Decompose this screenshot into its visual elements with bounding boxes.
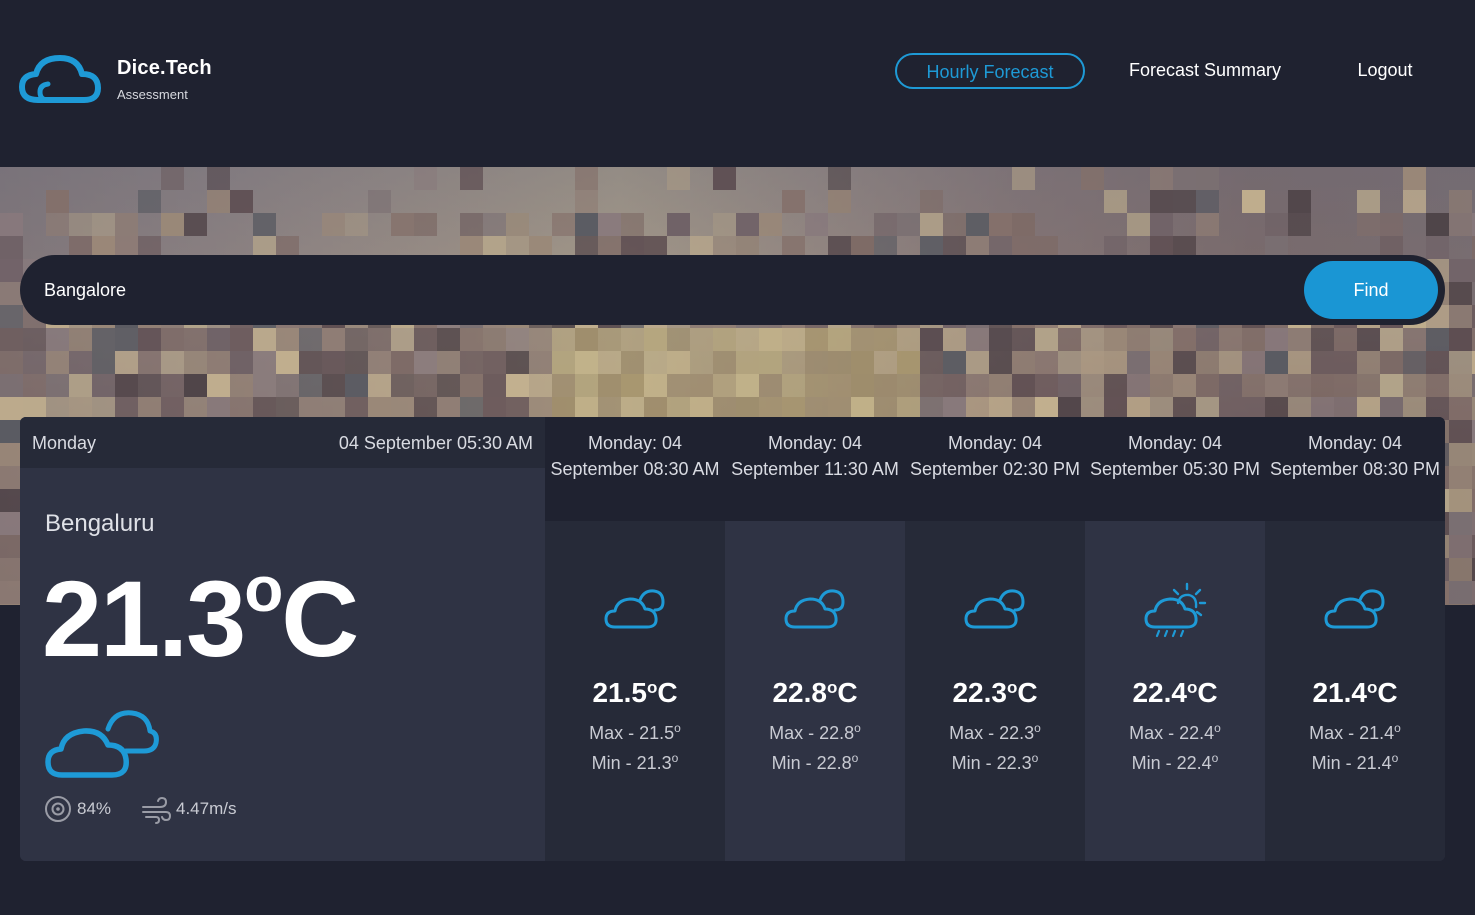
hourly-body: 21.5oC Max - 21.5o Min - 21.3o [545,521,725,861]
hourly-time-label: Monday: 04 September 11:30 AM [725,417,905,521]
hourly-min-temp: Min - 22.8o [725,751,905,774]
cloudy-icon [604,589,665,629]
current-temp-value: 21.3 [42,558,246,679]
hourly-time-label: Monday: 04 September 08:30 PM [1265,417,1445,521]
hourly-temp-value: 21.4 [1312,677,1367,708]
celsius-unit: C [281,558,359,679]
degree-symbol: o [646,678,658,697]
min-temp-text: Min - 22.8 [771,753,852,773]
hourly-forecast-card: Monday: 04 September 08:30 AM 21.5oC Max -… [545,417,725,861]
min-temp-text: Min - 21.3 [591,753,672,773]
celsius-unit: C [1197,677,1218,708]
city-search-input[interactable] [44,273,1044,307]
degree-symbol: o [1366,678,1378,697]
degree-symbol: o [851,751,859,765]
celsius-unit: C [657,677,678,708]
current-temperature: 21.3oC [42,557,359,673]
wind-speed-value: 4.47m/s [176,799,237,818]
hourly-temp-value: 22.8 [772,677,827,708]
max-temp-text: Max - 22.3 [949,723,1035,743]
hourly-forecast-card: Monday: 04 September 08:30 PM 21.4oC Max -… [1265,417,1445,861]
hourly-forecast-card: Monday: 04 September 02:30 PM 22.3oC Max -… [905,417,1085,861]
hourly-min-temp: Min - 22.3o [905,751,1085,774]
hourly-time-label: Monday: 04 September 05:30 PM [1085,417,1265,521]
hourly-body: 22.3oC Max - 22.3o Min - 22.3o [905,521,1085,861]
hourly-max-temp: Max - 22.8o [725,721,905,744]
celsius-unit: C [1377,677,1398,708]
hourly-min-temp: Min - 21.3o [545,751,725,774]
sun-rain-icon [1144,582,1207,638]
city-name: Bengaluru [45,510,155,537]
app-header: Dice.Tech Assessment Hourly Forecast For… [0,0,1475,167]
celsius-unit: C [837,677,858,708]
max-temp-text: Max - 22.4 [1129,723,1215,743]
hourly-temperature: 22.3oC [905,677,1085,709]
cloudy-icon [1324,589,1385,629]
hourly-time-label: Monday: 04 September 02:30 PM [905,417,1085,521]
degree-symbol: o [1391,751,1399,765]
hourly-temperature: 22.8oC [725,677,905,709]
hourly-temp-value: 21.5 [592,677,647,708]
cloudy-icon [45,710,159,778]
degree-symbol: o [244,553,283,625]
brand-name: Dice.Tech [117,57,212,79]
humidity-icon [45,796,71,822]
hourly-temp-value: 22.3 [952,677,1007,708]
brand-subtitle: Assessment [117,87,188,102]
hourly-max-temp: Max - 22.3o [905,721,1085,744]
current-datetime: 04 September 05:30 AM [338,433,533,453]
nav-hourly-forecast[interactable]: Hourly Forecast [895,53,1085,89]
current-weather-card: Monday 04 September 05:30 AM Bengaluru 2… [20,417,545,861]
nav-logout[interactable]: Logout [1345,53,1425,89]
max-temp-text: Max - 22.8 [769,723,855,743]
hourly-min-temp: Min - 21.4o [1265,751,1445,774]
hourly-forecast-card: Monday: 04 September 11:30 AM 22.8oC Max -… [725,417,905,861]
celsius-unit: C [1017,677,1038,708]
search-bar: Find [20,255,1445,325]
hourly-body: 22.4oC Max - 22.4o Min - 22.4o [1085,521,1265,861]
min-temp-text: Min - 22.3 [951,753,1032,773]
nav-forecast-summary[interactable]: Forecast Summary [1118,53,1292,89]
degree-symbol: o [826,678,838,697]
wind-icon [142,796,172,824]
hourly-body: 21.4oC Max - 21.4o Min - 21.4o [1265,521,1445,861]
degree-symbol: o [671,751,679,765]
degree-symbol: o [1031,751,1039,765]
degree-symbol: o [1034,721,1041,735]
cloudy-icon [784,589,845,629]
degree-symbol: o [674,721,681,735]
hourly-forecast-card: Monday: 04 September 05:30 PM 22.4oC Max -… [1085,417,1265,861]
min-temp-text: Min - 22.4 [1131,753,1212,773]
min-temp-text: Min - 21.4 [1311,753,1392,773]
find-button[interactable]: Find [1304,261,1438,319]
hourly-max-temp: Max - 21.5o [545,721,725,744]
cloudy-icon [964,589,1025,629]
cloud-logo-icon [19,55,101,103]
max-temp-text: Max - 21.4 [1309,723,1395,743]
hourly-time-label: Monday: 04 September 08:30 AM [545,417,725,521]
degree-symbol: o [854,721,861,735]
degree-symbol: o [1394,721,1401,735]
degree-symbol: o [1186,678,1198,697]
degree-symbol: o [1006,678,1018,697]
hourly-body: 22.8oC Max - 22.8o Min - 22.8o [725,521,905,861]
hourly-max-temp: Max - 21.4o [1265,721,1445,744]
hourly-temperature: 22.4oC [1085,677,1265,709]
max-temp-text: Max - 21.5 [589,723,675,743]
hourly-temperature: 21.5oC [545,677,725,709]
degree-symbol: o [1214,721,1221,735]
current-day: Monday [32,433,97,453]
current-header: Monday 04 September 05:30 AM [20,417,545,468]
humidity-value: 84% [77,799,112,818]
degree-symbol: o [1211,751,1219,765]
hourly-temperature: 21.4oC [1265,677,1445,709]
hourly-temp-value: 22.4 [1132,677,1187,708]
hourly-max-temp: Max - 22.4o [1085,721,1265,744]
hourly-min-temp: Min - 22.4o [1085,751,1265,774]
weather-panel: Monday 04 September 05:30 AM Bengaluru 2… [20,417,1445,861]
